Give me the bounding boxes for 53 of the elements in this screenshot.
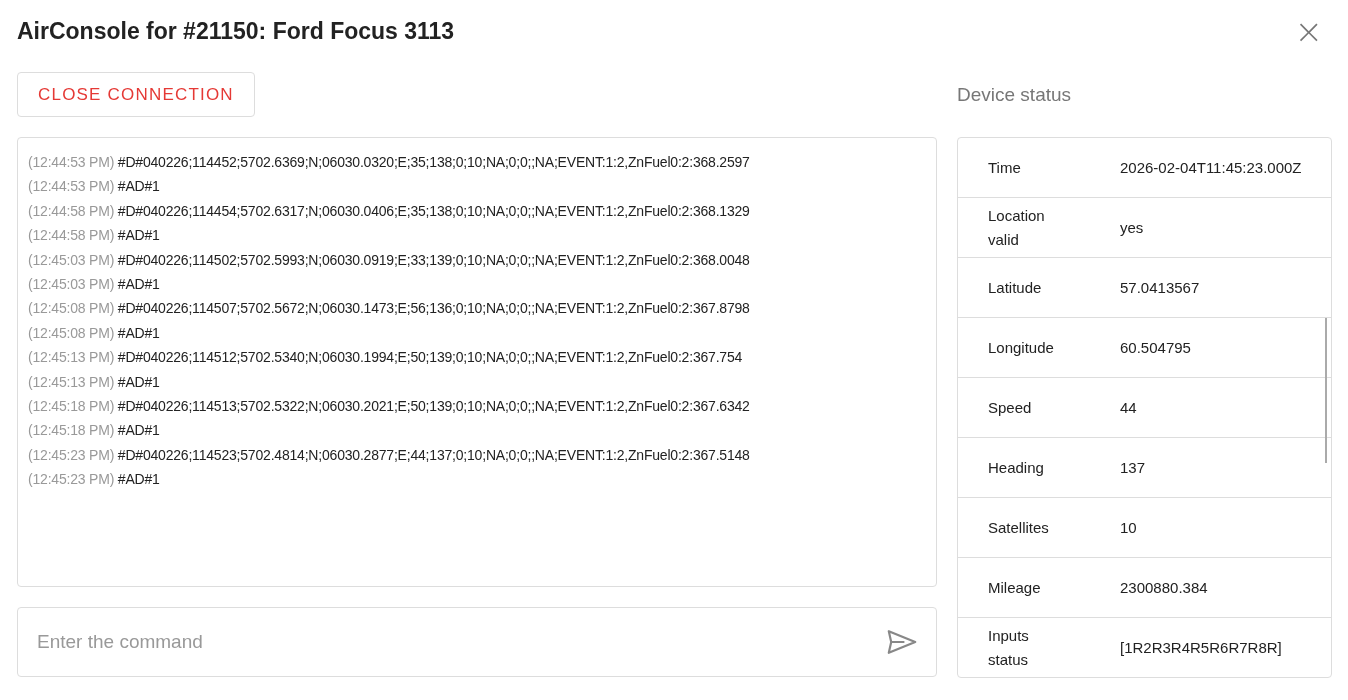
log-message: #D#040226;114523;5702.4814;N;06030.2877;E;44;137;0;10;NA;0;0;;NA;EVENT:1:2,ZnFuel0:2:367.5148 — [117, 446, 750, 463]
log-timestamp: (12:45:18 PM) — [28, 398, 115, 415]
log-timestamp: (12:44:58 PM) — [28, 227, 115, 244]
status-label: Satellites — [988, 517, 1050, 538]
status-value: 10 — [1120, 519, 1138, 536]
status-label: Time — [988, 157, 1022, 178]
status-label: Latitude — [988, 277, 1043, 298]
log-message: #D#040226;114452;5702.6369;N;06030.0320;E;35;138;0;10;NA;0;0;;NA;EVENT:1:2,ZnFuel0:2:368.2597 — [117, 154, 750, 170]
log-message: #D#040226;114454;5702.6317;N;06030.0406;E;35;138;0;10;NA;0;0;;NA;EVENT:1:2,ZnFuel0:2:368.1329 — [117, 202, 750, 219]
status-label: Heading — [988, 457, 1045, 478]
status-label: Mileage — [988, 577, 1042, 598]
log-timestamp: (12:44:53 PM) — [28, 178, 115, 195]
status-value: 2026-02-04T11:45:23.000Z — [1120, 159, 1303, 176]
log-message: #AD#1 — [117, 227, 160, 244]
log-message: #D#040226;114512;5702.5340;N;06030.1994;E;50;139;0;10;NA;0;0;;NA;EVENT:1:2,ZnFuel0:2:367.754 — [117, 349, 743, 366]
status-label: Longitude — [988, 337, 1055, 358]
status-value: 137 — [1120, 459, 1147, 476]
log-message: #AD#1 — [117, 471, 160, 488]
status-value: [1R2R3R4R5R6R7R8R] — [1120, 639, 1283, 656]
log-message: #AD#1 — [117, 422, 160, 439]
status-value: 60.504795 — [1120, 339, 1192, 356]
log-timestamp: (12:45:23 PM) — [28, 446, 115, 463]
status-label: Speed — [988, 397, 1033, 418]
log-timestamp: (12:45:08 PM) — [28, 324, 115, 341]
status-value: 44 — [1120, 399, 1138, 416]
status-label: Inputs status — [988, 625, 1030, 670]
status-value: 57.0413567 — [1120, 279, 1201, 296]
status-value: yes — [1120, 219, 1145, 236]
log-timestamp: (12:45:18 PM) — [28, 422, 115, 439]
log-message: #AD#1 — [117, 276, 160, 293]
close-button[interactable]: × — [1294, 14, 1331, 48]
log-timestamp: (12:45:13 PM) — [28, 373, 115, 390]
scrollbar[interactable] — [1325, 318, 1327, 463]
log-timestamp: (12:44:53 PM) — [28, 154, 115, 170]
log-timestamp: (12:45:08 PM) — [28, 300, 115, 317]
log-message: #D#040226;114513;5702.5322;N;06030.2021;E;50;139;0;10;NA;0;0;;NA;EVENT:1:2,ZnFuel0:2:367.6342 — [117, 398, 750, 415]
log-message: #AD#1 — [117, 373, 160, 390]
close-connection-button[interactable]: CLOSE CONNECTION — [17, 72, 255, 117]
status-label: Location valid — [988, 205, 1046, 250]
log-message: #AD#1 — [117, 324, 160, 341]
send-icon[interactable] — [887, 630, 917, 654]
log-timestamp: (12:45:23 PM) — [28, 471, 115, 488]
log-message: #D#040226;114507;5702.5672;N;06030.1473;E;56;136;0;10;NA;0;0;;NA;EVENT:1:2,ZnFuel0:2:367.8798 — [117, 300, 750, 317]
log-timestamp: (12:45:13 PM) — [28, 349, 115, 366]
log-timestamp: (12:45:03 PM) — [28, 276, 115, 293]
log-message: #AD#1 — [117, 178, 160, 195]
section-title: Device status — [957, 82, 1073, 107]
log-message: #D#040226;114502;5702.5993;N;06030.0919;E;33;139;0;10;NA;0;0;;NA;EVENT:1:2,ZnFuel0:2:368.0048 — [117, 251, 750, 268]
log-timestamp: (12:45:03 PM) — [28, 251, 115, 268]
command-field[interactable]: Enter the command — [17, 607, 937, 677]
log-timestamp: (12:44:58 PM) — [28, 202, 115, 219]
status-value: 2300880.384 — [1120, 579, 1209, 596]
dialog-title: AirConsole for #21150: Ford Focus 3113 — [17, 17, 455, 45]
